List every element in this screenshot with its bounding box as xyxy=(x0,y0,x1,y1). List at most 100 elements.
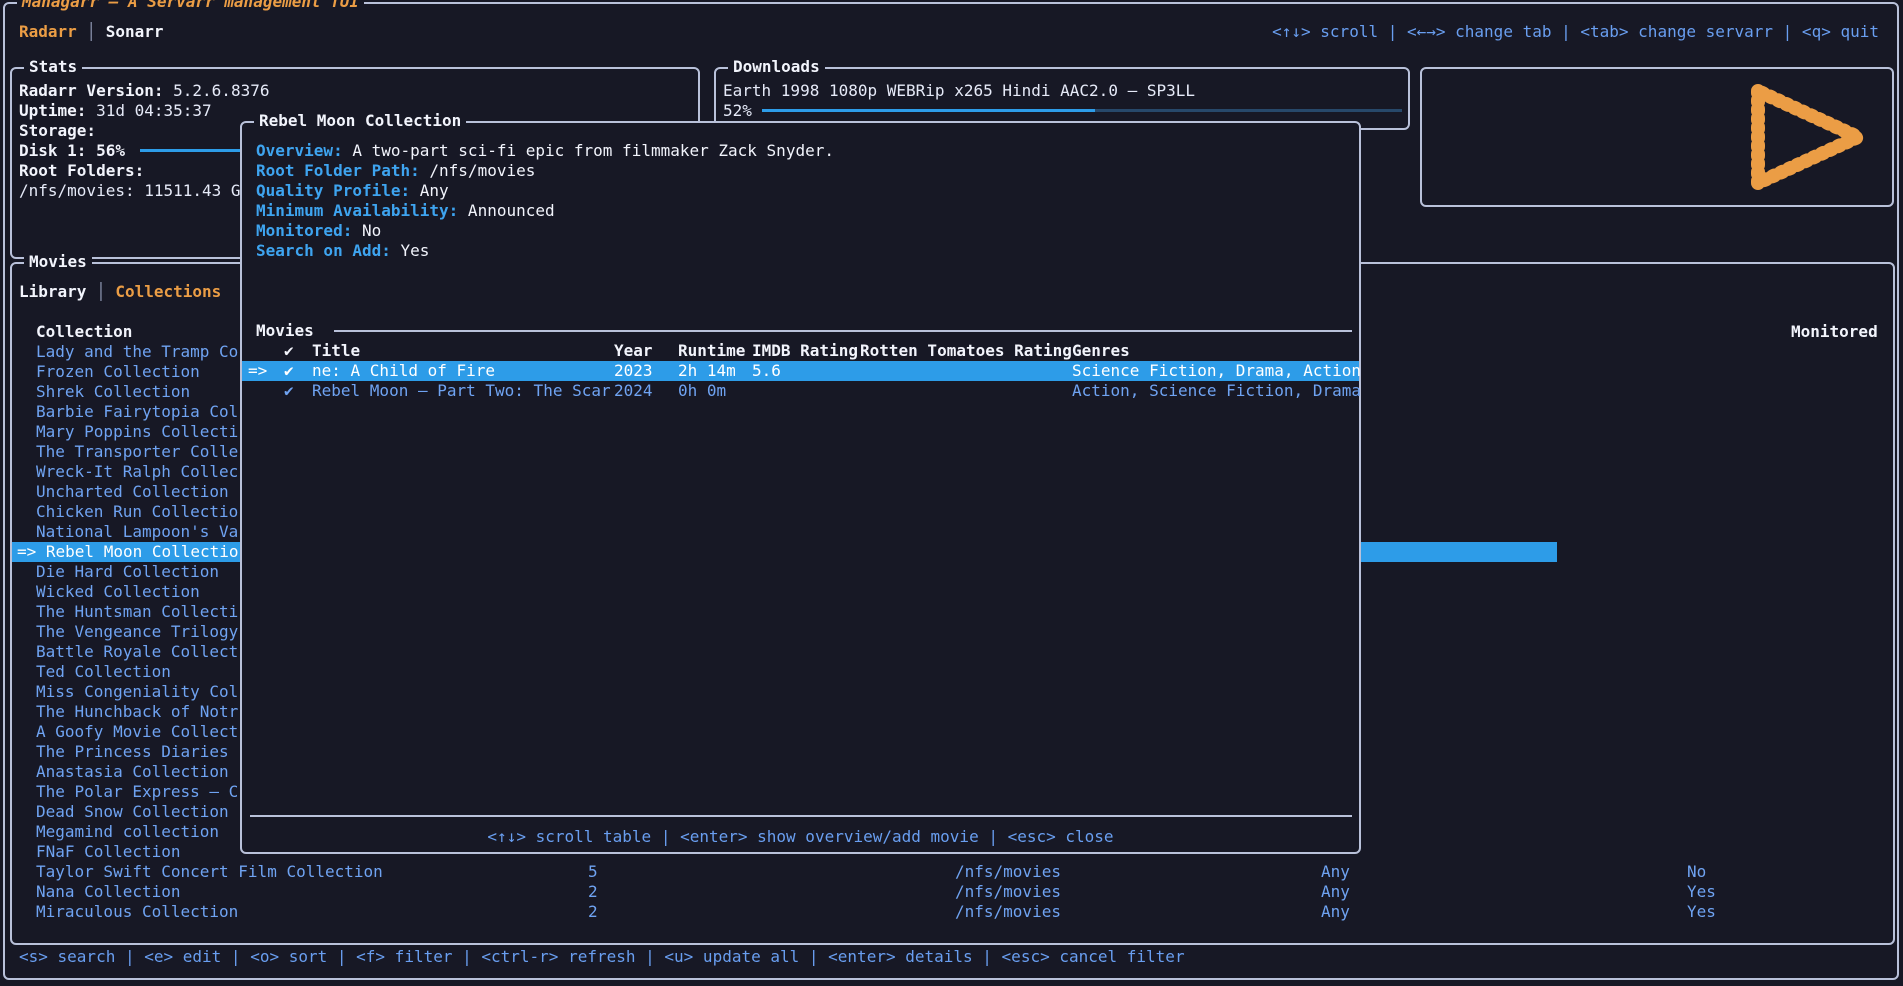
modal-field: Minimum Availability: Announced xyxy=(256,201,555,221)
modal-field: Search on Add: Yes xyxy=(256,241,429,261)
movie-cell-runtime: 2h 14m xyxy=(678,361,736,381)
download-percent: 52% xyxy=(723,101,752,121)
modal-field-label: Monitored: xyxy=(256,221,352,240)
collection-cell-movie-count: 2 xyxy=(588,882,598,902)
collection-row[interactable]: The Transporter Colle xyxy=(36,442,238,462)
tab-collections[interactable]: Collections xyxy=(115,282,221,301)
managarr-logo-icon xyxy=(1742,77,1874,197)
collection-row[interactable]: The Princess Diaries xyxy=(36,742,229,762)
uptime-label: Uptime: xyxy=(19,101,86,120)
stat-version: Radarr Version: 5.2.6.8376 xyxy=(19,81,269,101)
movies-table-header: Rotten Tomatoes Rating xyxy=(860,341,1072,361)
collection-row[interactable]: Megamind collection xyxy=(36,822,219,842)
modal-field: Quality Profile: Any xyxy=(256,181,449,201)
modal-field-value: Announced xyxy=(458,201,554,220)
collection-row[interactable]: Ted Collection xyxy=(36,662,171,682)
movie-cell-runtime: 0h 0m xyxy=(678,381,726,401)
modal-field-value: No xyxy=(352,221,381,240)
collection-row[interactable]: Mary Poppins Collecti xyxy=(36,422,238,442)
collection-row[interactable]: Die Hard Collection xyxy=(36,562,219,582)
modal-movies-section-title: Movies xyxy=(256,321,314,341)
modal-field-value: A two-part sci-fi epic from filmmaker Za… xyxy=(343,141,834,160)
collection-cell-movie-count: 2 xyxy=(588,902,598,922)
collection-row[interactable]: Wreck-It Ralph Collec xyxy=(36,462,238,482)
tab-radarr[interactable]: Radarr xyxy=(19,22,77,41)
stat-uptime: Uptime: 31d 04:35:37 xyxy=(19,101,212,121)
collection-cell-movie-count: 5 xyxy=(588,862,598,882)
collection-row[interactable]: Taylor Swift Concert Film Collection xyxy=(36,862,383,882)
collection-row[interactable]: The Vengeance Trilogy xyxy=(36,622,238,642)
movies-table-header: Genres xyxy=(1072,341,1130,361)
movie-cell-title[interactable]: ne: A Child of Fire xyxy=(312,361,495,381)
modal-help: <↑↓> scroll table | <enter> show overvie… xyxy=(242,827,1359,847)
collection-cell-monitored: Yes xyxy=(1687,902,1716,922)
modal-field-label: Overview: xyxy=(256,141,343,160)
collection-row[interactable]: Miss Congeniality Col xyxy=(36,682,238,702)
collection-row-selected[interactable]: => Rebel Moon Collection xyxy=(17,542,248,562)
collection-row[interactable]: Frozen Collection xyxy=(36,362,200,382)
collection-row[interactable]: FNaF Collection xyxy=(36,842,181,862)
app-title: Managarr — A Servarr management TUI xyxy=(17,0,364,12)
movie-cell-imdb: 5.6 xyxy=(752,361,781,381)
modal-field: Overview: A two-part sci-fi epic from fi… xyxy=(256,141,834,161)
modal-field-label: Minimum Availability: xyxy=(256,201,458,220)
collection-row[interactable]: A Goofy Movie Collect xyxy=(36,722,238,742)
collection-row[interactable]: Chicken Run Collectio xyxy=(36,502,238,522)
downloads-panel-title: Downloads xyxy=(728,57,825,77)
collection-cell-quality-profile: Any xyxy=(1321,902,1350,922)
collection-row[interactable]: Battle Royale Collect xyxy=(36,642,238,662)
collection-row[interactable]: Nana Collection xyxy=(36,882,181,902)
movies-table-header: ✔ xyxy=(284,341,294,361)
tab-library[interactable]: Library xyxy=(19,282,86,301)
tab-sonarr[interactable]: Sonarr xyxy=(106,22,164,41)
root-folder-value: /nfs/movies: 11511.43 GB xyxy=(19,181,250,201)
collection-row[interactable]: Dead Snow Collection xyxy=(36,802,229,822)
modal-field-value: Any xyxy=(410,181,449,200)
movies-panel-title: Movies xyxy=(24,252,92,272)
movie-cell-check: ✔ xyxy=(284,381,294,401)
movie-cell-title[interactable]: Rebel Moon — Part Two: The Scar xyxy=(312,381,611,401)
collection-row[interactable]: The Huntsman Collecti xyxy=(36,602,238,622)
movie-cell-year: 2024 xyxy=(614,381,653,401)
stats-panel-title: Stats xyxy=(24,57,82,77)
monitored-column-header: Monitored xyxy=(1791,322,1878,342)
collection-row[interactable]: National Lampoon's Va xyxy=(36,522,238,542)
uptime-value: 31d 04:35:37 xyxy=(96,101,212,120)
download-gauge-fill xyxy=(762,109,1095,112)
collection-cell-monitored: Yes xyxy=(1687,882,1716,902)
modal-field-label: Quality Profile: xyxy=(256,181,410,200)
collection-details-modal: Rebel Moon Collection Movies <↑↓> scroll… xyxy=(240,121,1361,854)
version-value: 5.2.6.8376 xyxy=(173,81,269,100)
download-item-title: Earth 1998 1080p WEBRip x265 Hindi AAC2.… xyxy=(723,81,1195,101)
movies-table-header: Year xyxy=(614,341,653,361)
collection-row[interactable]: Miraculous Collection xyxy=(36,902,238,922)
movie-cell-check: ✔ xyxy=(284,361,294,381)
collection-row[interactable]: The Polar Express — C xyxy=(36,782,238,802)
collection-column-header: Collection xyxy=(36,322,132,342)
collection-cell-quality-profile: Any xyxy=(1321,882,1350,902)
footer-help: <s> search | <e> edit | <o> sort | <f> f… xyxy=(19,947,1185,967)
collection-cell-quality-profile: Any xyxy=(1321,862,1350,882)
collection-row[interactable]: Uncharted Collection xyxy=(36,482,229,502)
modal-help-divider xyxy=(250,815,1352,817)
collection-cell-root-folder: /nfs/movies xyxy=(955,902,1061,922)
collection-row[interactable]: Wicked Collection xyxy=(36,582,200,602)
movies-tab-divider: │ xyxy=(86,282,115,301)
movies-table-header: IMDB Rating xyxy=(752,341,858,361)
collection-row[interactable]: The Hunchback of Notr xyxy=(36,702,238,722)
modal-field: Root Folder Path: /nfs/movies xyxy=(256,161,535,181)
movie-cell-year: 2023 xyxy=(614,361,653,381)
movies-table-header: Title xyxy=(312,341,360,361)
collection-row[interactable]: Barbie Fairytopia Col xyxy=(36,402,238,422)
modal-field-label: Search on Add: xyxy=(256,241,391,260)
collection-row[interactable]: Anastasia Collection xyxy=(36,762,229,782)
collection-cell-root-folder: /nfs/movies xyxy=(955,862,1061,882)
modal-title: Rebel Moon Collection xyxy=(254,111,466,131)
collection-row[interactable]: Shrek Collection xyxy=(36,382,190,402)
storage-label: Storage: xyxy=(19,121,96,141)
managarr-app: Managarr — A Servarr management TUI Rada… xyxy=(0,0,1903,986)
collection-row[interactable]: Lady and the Tramp Co xyxy=(36,342,238,362)
movies-tabs: Library │ Collections xyxy=(19,282,221,302)
movie-cell-genres: Action, Science Fiction, Drama xyxy=(1072,381,1361,401)
servarr-tabs: Radarr │ Sonarr xyxy=(19,22,164,42)
